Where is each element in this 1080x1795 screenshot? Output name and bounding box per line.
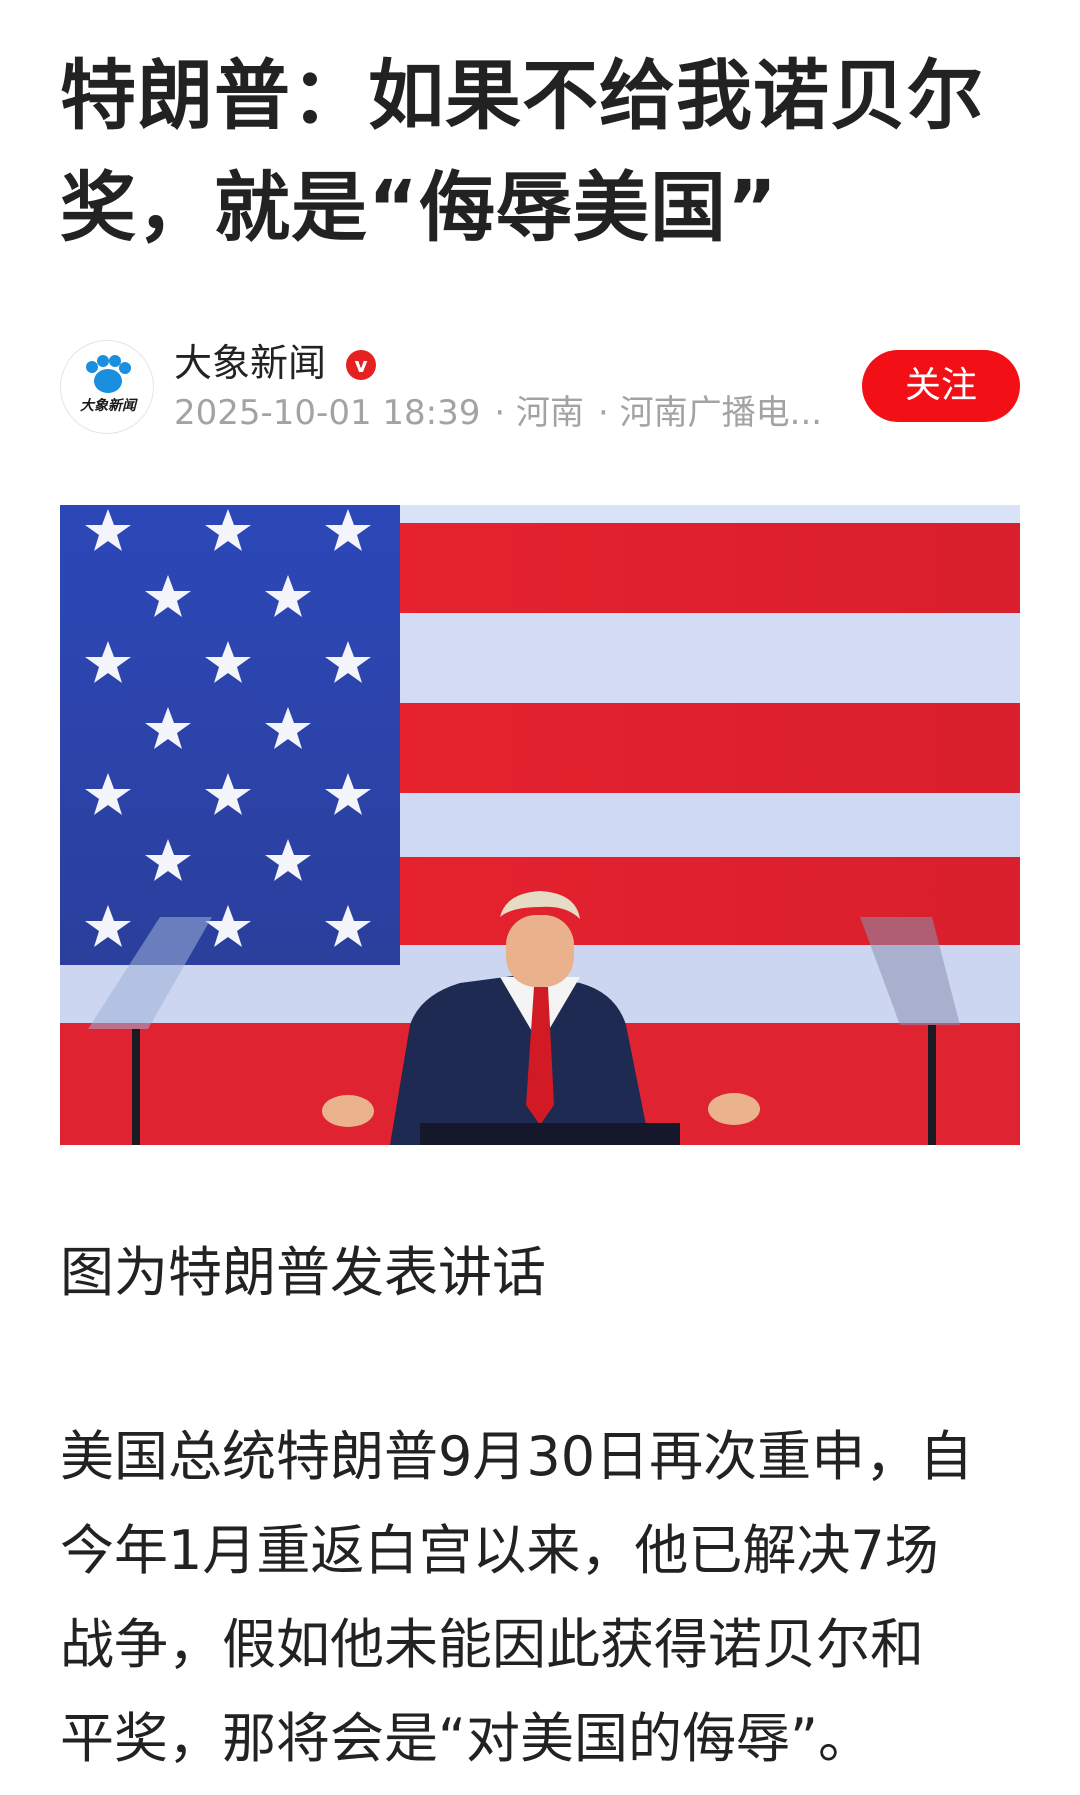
body-line: 今年1月重返白宫以来，他已解决7场 (60, 1519, 939, 1582)
title-line-2: 奖，就是“侮辱美国” (60, 163, 778, 252)
elephant-paw-logo-icon: 大象新闻 (69, 355, 147, 414)
title-line-1: 特朗普：如果不给我诺贝尔 (60, 51, 984, 140)
article-meta: 2025-10-01 18:39 · 河南 · 河南广播电... (174, 390, 874, 436)
verified-badge-icon: v (346, 350, 376, 380)
logo-wordmark: 大象新闻 (80, 397, 138, 414)
body-line: 战争，假如他未能因此获得诺贝尔和 (60, 1613, 924, 1676)
author-name[interactable]: 大象新闻 (174, 338, 326, 388)
article-body: 美国总统特朗普9月30日再次重申，自 今年1月重返白宫以来，他已解决7场 战争，… (60, 1410, 1020, 1786)
author-row: 大象新闻 大象新闻 v 2025-10-01 18:39 · 河南 · 河南广播电.… (60, 338, 1020, 438)
body-line: 平奖，那将会是“对美国的侮辱”。 (60, 1707, 872, 1770)
publish-date: 2025-10-01 18:39 (174, 393, 481, 433)
article-title: 特朗普：如果不给我诺贝尔 奖，就是“侮辱美国” (60, 40, 1020, 264)
follow-button[interactable]: 关注 (862, 350, 1020, 422)
speech-photo-illustration (60, 505, 1020, 1145)
body-line: 美国总统特朗普9月30日再次重申，自 (60, 1425, 974, 1488)
publish-location: · 河南 (494, 393, 585, 433)
avatar[interactable]: 大象新闻 (60, 340, 154, 434)
article-photo[interactable] (60, 505, 1020, 1145)
publish-source: · 河南广播电... (598, 393, 823, 433)
photo-caption: 图为特朗普发表讲话 (60, 1241, 546, 1304)
